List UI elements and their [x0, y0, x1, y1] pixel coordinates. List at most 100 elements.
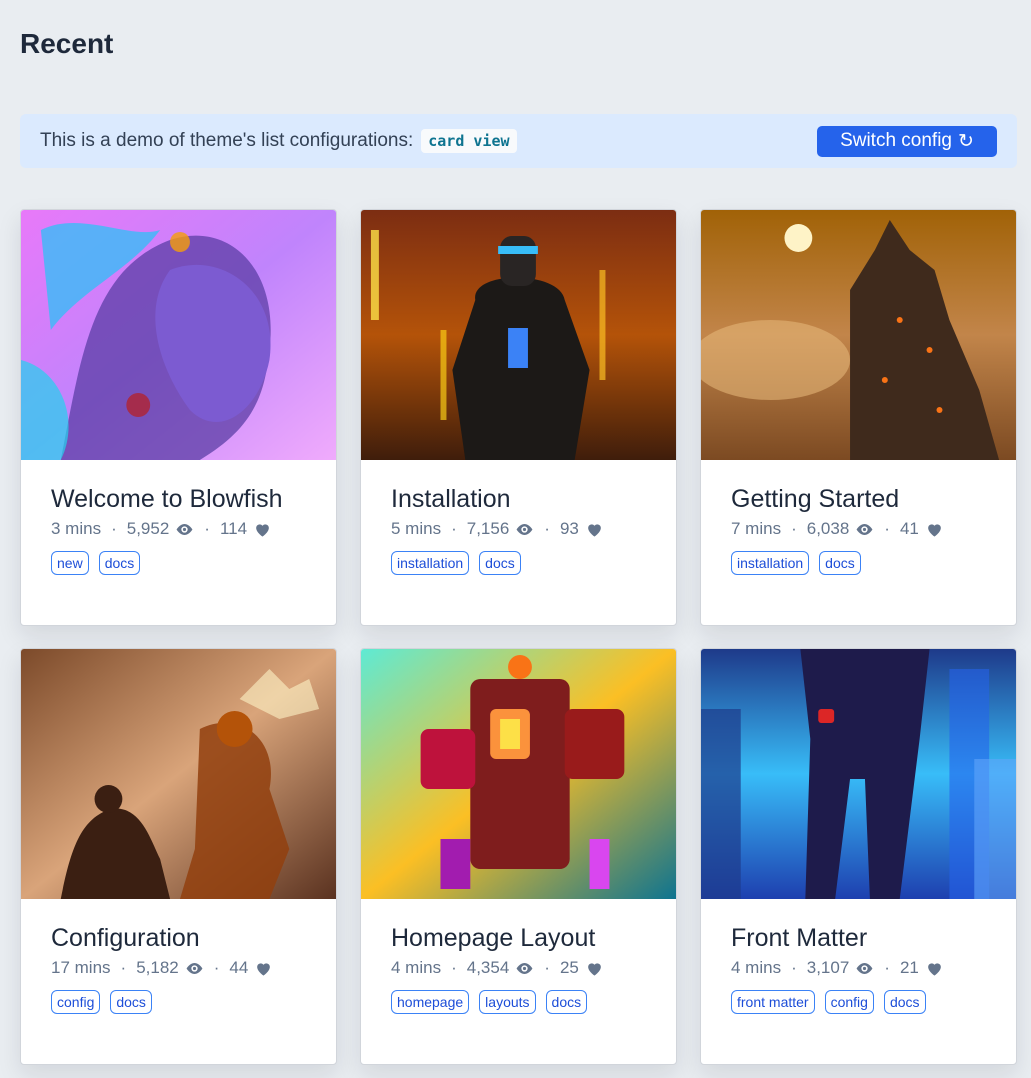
eye-icon	[516, 523, 533, 535]
card-title[interactable]: Front Matter	[731, 923, 986, 953]
tag[interactable]: installation	[731, 551, 810, 575]
tag[interactable]: layouts	[479, 990, 536, 1014]
tag[interactable]: installation	[391, 551, 470, 575]
eye-icon	[856, 962, 873, 974]
config-banner: This is a demo of theme's list configura…	[20, 114, 1017, 168]
view-count: 3,107	[806, 958, 850, 977]
article-card[interactable]: Welcome to Blowfish 3 mins · 5,952 · 114…	[20, 209, 337, 626]
card-meta: 3 mins · 5,952 · 114	[51, 519, 306, 539]
meta-separator: ·	[544, 519, 550, 538]
heart-icon	[588, 962, 601, 976]
read-time: 17 mins	[51, 958, 111, 977]
view-count: 5,952	[126, 519, 170, 538]
view-count: 5,182	[136, 958, 179, 977]
article-card[interactable]: Installation 5 mins · 7,156 · 93 install…	[360, 209, 677, 626]
tag[interactable]: new	[51, 551, 89, 575]
tag[interactable]: docs	[545, 990, 588, 1014]
read-time: 4 mins	[731, 958, 782, 977]
read-time: 7 mins	[731, 519, 782, 538]
card-thumbnail[interactable]	[361, 210, 676, 460]
page-title: Recent	[20, 28, 114, 59]
tag-list: installation docs	[391, 551, 646, 575]
card-body: Front Matter 4 mins · 3,107 · 21 front m…	[701, 899, 1016, 1014]
card-thumbnail[interactable]	[21, 210, 336, 460]
like-count: 114	[219, 519, 248, 538]
read-time: 4 mins	[391, 958, 442, 977]
like-count: 44	[229, 958, 249, 977]
card-title[interactable]: Getting Started	[731, 484, 986, 514]
eye-icon	[176, 523, 193, 535]
meta-separator: ·	[791, 958, 797, 977]
card-thumbnail[interactable]	[21, 649, 336, 899]
meta-separator: ·	[791, 519, 797, 538]
heart-icon	[256, 523, 269, 537]
tag[interactable]: config	[824, 990, 874, 1014]
like-count: 25	[559, 958, 579, 977]
article-card[interactable]: Homepage Layout 4 mins · 4,354 · 25 home…	[360, 648, 677, 1065]
card-body: Welcome to Blowfish 3 mins · 5,952 · 114…	[21, 460, 336, 575]
card-title[interactable]: Configuration	[51, 923, 306, 953]
like-count: 41	[899, 519, 919, 538]
read-time: 3 mins	[51, 519, 102, 538]
heart-icon	[257, 962, 271, 976]
view-count: 6,038	[806, 519, 850, 538]
article-card[interactable]: Front Matter 4 mins · 3,107 · 21 front m…	[700, 648, 1017, 1065]
card-body: Getting Started 7 mins · 6,038 · 41 inst…	[701, 460, 1016, 575]
eye-icon	[516, 962, 533, 974]
card-grid: Welcome to Blowfish 3 mins · 5,952 · 114…	[20, 209, 1017, 1065]
meta-separator: ·	[120, 958, 127, 977]
heart-icon	[928, 523, 941, 537]
card-title[interactable]: Welcome to Blowfish	[51, 484, 306, 514]
card-body: Homepage Layout 4 mins · 4,354 · 25 home…	[361, 899, 676, 1014]
tag[interactable]: homepage	[391, 990, 470, 1014]
card-meta: 4 mins · 4,354 · 25	[391, 958, 646, 978]
article-card[interactable]: Configuration 17 mins · 5,182 · 44 confi…	[20, 648, 337, 1065]
like-count: 93	[559, 519, 579, 538]
tag-list: front matter config docs	[731, 990, 986, 1014]
meta-separator: ·	[884, 519, 890, 538]
card-thumbnail[interactable]	[361, 649, 676, 899]
card-title[interactable]: Homepage Layout	[391, 923, 646, 953]
tag[interactable]: front matter	[731, 990, 815, 1014]
tag-list: config docs	[51, 990, 306, 1014]
banner-text: This is a demo of theme's list configura…	[40, 130, 414, 151]
switch-config-label: Switch config	[840, 130, 953, 151]
eye-icon	[186, 962, 203, 974]
article-card[interactable]: Getting Started 7 mins · 6,038 · 41 inst…	[700, 209, 1017, 626]
heart-icon	[928, 962, 941, 976]
tag-list: installation docs	[731, 551, 986, 575]
tag-list: new docs	[51, 551, 306, 575]
meta-separator: ·	[213, 958, 220, 977]
eye-icon	[856, 523, 873, 535]
card-thumbnail[interactable]	[701, 210, 1016, 460]
page: Recent This is a demo of theme's list co…	[0, 0, 1031, 1078]
meta-separator: ·	[111, 519, 117, 538]
refresh-icon: ↻	[958, 130, 974, 152]
view-count: 7,156	[466, 519, 510, 538]
like-count: 21	[899, 958, 919, 977]
tag[interactable]: config	[51, 990, 101, 1014]
read-time: 5 mins	[391, 519, 442, 538]
card-title[interactable]: Installation	[391, 484, 646, 514]
meta-separator: ·	[451, 958, 457, 977]
tag-list: homepage layouts docs	[391, 990, 646, 1014]
view-count: 4,354	[466, 958, 510, 977]
switch-config-button[interactable]: Switch config ↻	[817, 125, 997, 157]
card-meta: 17 mins · 5,182 · 44	[51, 958, 306, 978]
banner-text-wrap: This is a demo of theme's list configura…	[40, 129, 517, 153]
banner-code: card view	[421, 129, 517, 153]
tag[interactable]: docs	[479, 551, 521, 575]
meta-separator: ·	[544, 958, 550, 977]
tag[interactable]: docs	[819, 551, 861, 575]
card-body: Configuration 17 mins · 5,182 · 44 confi…	[21, 899, 336, 1014]
meta-separator: ·	[204, 519, 210, 538]
card-body: Installation 5 mins · 7,156 · 93 install…	[361, 460, 676, 575]
card-meta: 4 mins · 3,107 · 21	[731, 958, 986, 978]
tag[interactable]: docs	[883, 990, 926, 1014]
card-thumbnail[interactable]	[701, 649, 1016, 899]
tag[interactable]: docs	[98, 551, 141, 575]
card-meta: 7 mins · 6,038 · 41	[731, 519, 986, 539]
card-meta: 5 mins · 7,156 · 93	[391, 519, 646, 539]
meta-separator: ·	[884, 958, 890, 977]
tag[interactable]: docs	[110, 990, 152, 1014]
